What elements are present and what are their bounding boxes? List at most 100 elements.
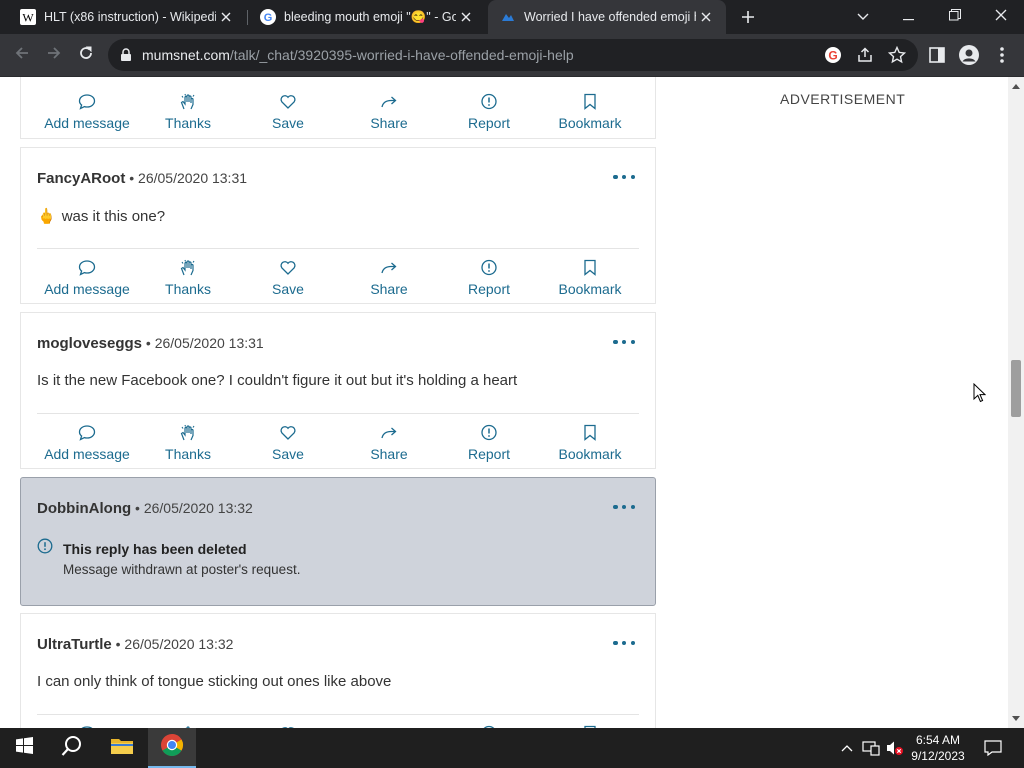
post-card: Add message Thanks Save Share Report Boo…: [20, 77, 656, 139]
save-button[interactable]: Save: [238, 259, 338, 297]
deleted-title: This reply has been deleted: [63, 540, 247, 557]
file-explorer-button[interactable]: [98, 728, 146, 768]
deleted-note: Message withdrawn at poster's request.: [63, 562, 301, 577]
report-button[interactable]: Report: [439, 259, 539, 297]
divider: [37, 248, 639, 249]
action-label: Save: [272, 115, 304, 131]
deleted-notice: This reply has been deleted: [37, 538, 247, 559]
notifications-icon[interactable]: [983, 740, 1003, 756]
action-label: Bookmark: [558, 281, 622, 297]
start-button[interactable]: [0, 728, 48, 768]
clock-time: 6:54 AM: [915, 733, 961, 747]
action-label: Report: [467, 281, 511, 297]
save-button[interactable]: Save: [238, 424, 338, 462]
report-button[interactable]: Report: [439, 424, 539, 462]
close-icon: [995, 8, 1007, 26]
more-options-icon[interactable]: [613, 335, 635, 349]
post-author[interactable]: mogloveseggs: [37, 335, 142, 352]
thanks-button[interactable]: Thanks: [138, 259, 238, 297]
add-message-button[interactable]: Add message: [37, 259, 137, 297]
network-icon[interactable]: [862, 740, 880, 756]
tab-google-search[interactable]: G bleeding mouth emoji "😋" - Go: [248, 0, 486, 34]
restore-button[interactable]: [932, 0, 978, 34]
share-button[interactable]: Share: [339, 424, 439, 462]
chrome-taskbar-button[interactable]: [148, 728, 196, 768]
bookmark-button[interactable]: Bookmark: [540, 259, 640, 297]
more-options-icon[interactable]: [613, 636, 635, 650]
close-icon[interactable]: [216, 7, 236, 27]
close-icon[interactable]: [456, 7, 476, 27]
menu-kebab-icon[interactable]: [992, 45, 1012, 65]
bullet-separator: •: [115, 636, 121, 652]
post-card: FancyARoot • 26/05/2020 13:31 🖕 was it t…: [20, 147, 656, 304]
chevron-up-icon[interactable]: [838, 740, 856, 756]
forward-button[interactable]: [40, 41, 68, 69]
close-icon[interactable]: [696, 7, 716, 27]
post-text: was it this one?: [61, 207, 166, 225]
thanks-button[interactable]: Thanks: [138, 93, 238, 131]
volume-muted-icon[interactable]: [886, 740, 904, 756]
side-panel-icon[interactable]: [927, 45, 947, 65]
post-author[interactable]: FancyARoot: [37, 170, 125, 187]
tab-search-button[interactable]: [840, 0, 886, 34]
advertisement-label: ADVERTISEMENT: [780, 91, 906, 107]
more-options-icon[interactable]: [613, 170, 635, 184]
new-tab-button[interactable]: [736, 5, 760, 29]
back-button[interactable]: [8, 41, 36, 69]
share-icon[interactable]: [856, 46, 874, 64]
tab-wikipedia[interactable]: W HLT (x86 instruction) - Wikipedia: [8, 0, 246, 34]
bookmark-button[interactable]: Bookmark: [540, 424, 640, 462]
thanks-button[interactable]: Thanks: [138, 424, 238, 462]
address-bar[interactable]: mumsnet.com/talk/_chat/3920395-worried-i…: [108, 39, 918, 71]
url-host: mumsnet.com: [142, 47, 230, 63]
google-lens-icon[interactable]: G: [824, 46, 842, 64]
action-label: Add message: [44, 115, 130, 131]
system-clock[interactable]: 6:54 AM 9/12/2023: [910, 732, 966, 764]
bullet-separator: •: [145, 335, 151, 351]
scroll-up-arrow-icon[interactable]: [1012, 82, 1020, 90]
action-label: Add message: [44, 281, 130, 297]
search-icon: [61, 735, 83, 762]
vertical-scrollbar[interactable]: [1008, 77, 1024, 728]
report-button[interactable]: Report: [439, 93, 539, 131]
add-message-button[interactable]: Add message: [37, 424, 137, 462]
heart-icon: [279, 259, 297, 281]
tab-mumsnet[interactable]: Worried I have offended emoji h: [488, 0, 726, 34]
wikipedia-icon: W: [20, 9, 36, 25]
reload-button[interactable]: [72, 41, 100, 69]
action-label: Bookmark: [558, 115, 622, 131]
more-options-icon[interactable]: [613, 500, 635, 514]
scroll-down-arrow-icon[interactable]: [1012, 715, 1020, 723]
close-window-button[interactable]: [978, 0, 1024, 34]
post-author[interactable]: UltraTurtle: [37, 636, 112, 653]
svg-text:G: G: [264, 12, 273, 24]
bookmark-icon: [581, 259, 599, 281]
action-label: Share: [370, 115, 408, 131]
bullet-separator: •: [135, 500, 140, 516]
page-viewport: ADVERTISEMENT Add message Thanks Save Sh…: [0, 77, 1024, 728]
action-label: Add message: [44, 446, 130, 462]
bookmark-button[interactable]: Bookmark: [540, 93, 640, 131]
share-button[interactable]: Share: [339, 259, 439, 297]
minimize-button[interactable]: [886, 0, 932, 34]
chrome-icon: [160, 733, 184, 762]
star-icon[interactable]: [888, 46, 906, 64]
post-card: mogloveseggs • 26/05/2020 13:31 Is it th…: [20, 312, 656, 469]
post-body: Is it the new Facebook one? I couldn't f…: [37, 372, 517, 389]
info-circle-icon: [37, 538, 53, 559]
post-author[interactable]: DobbinAlong: [37, 500, 131, 517]
clapping-hands-icon: [179, 424, 197, 446]
clapping-hands-icon: [179, 93, 197, 115]
clock-date: 9/12/2023: [911, 749, 965, 763]
share-arrow-icon: [380, 93, 398, 115]
minimize-icon: [903, 8, 915, 26]
post-body: I can only think of tongue sticking out …: [37, 673, 391, 690]
post-header: DobbinAlong • 26/05/2020 13:32: [37, 500, 253, 517]
add-message-button[interactable]: Add message: [37, 93, 137, 131]
action-label: Thanks: [165, 446, 211, 462]
save-button[interactable]: Save: [238, 93, 338, 131]
scrollbar-thumb[interactable]: [1011, 360, 1021, 417]
search-button[interactable]: [48, 728, 96, 768]
profile-icon[interactable]: [959, 45, 979, 65]
share-button[interactable]: Share: [339, 93, 439, 131]
